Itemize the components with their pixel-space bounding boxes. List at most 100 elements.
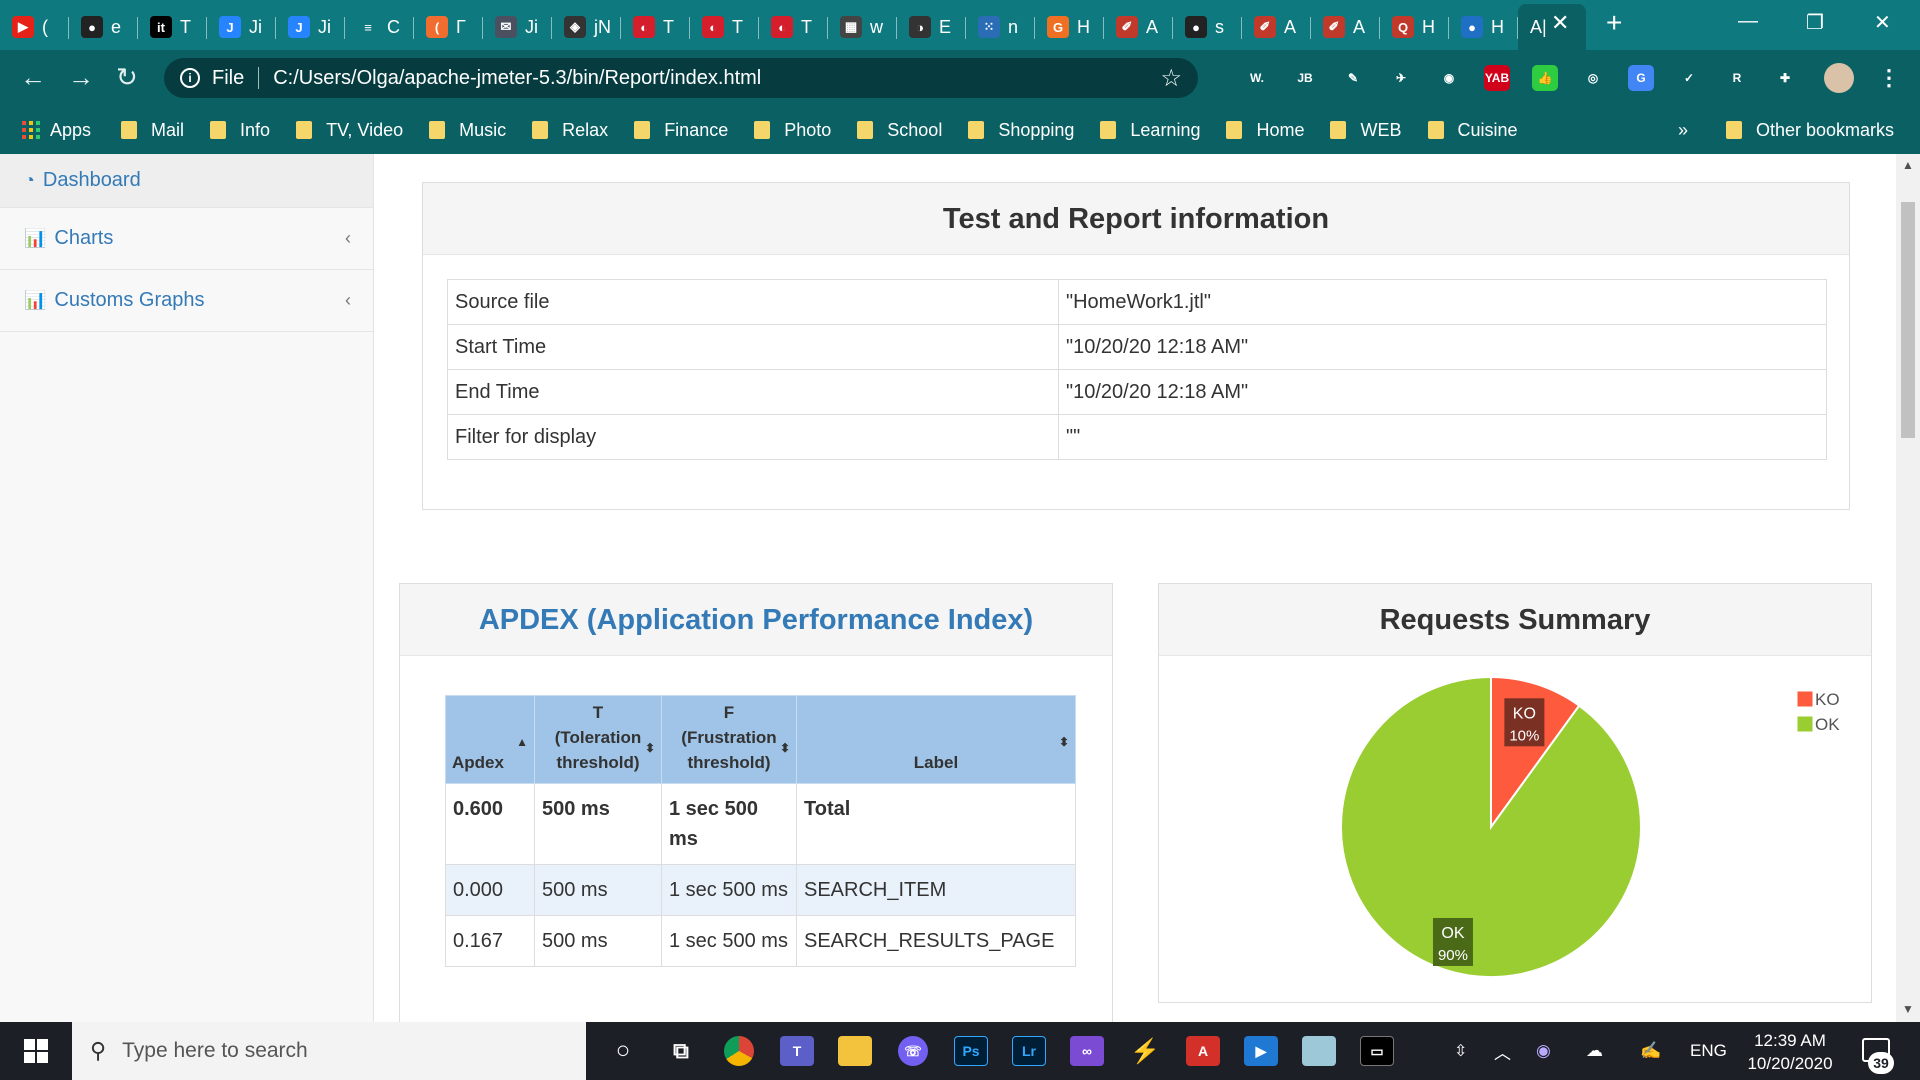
acrobat-taskbar-icon[interactable]: A [1174, 1022, 1232, 1080]
pen-icon[interactable]: ✎ [1340, 65, 1366, 91]
taskbar-search-box[interactable]: ⚲ Type here to search [72, 1022, 586, 1080]
bookmark-folder[interactable]: Mail [121, 120, 184, 141]
back-icon[interactable]: ← [20, 63, 46, 91]
bulb-icon[interactable]: ◉ [1436, 65, 1462, 91]
browser-tab[interactable]: ● s [1173, 4, 1242, 50]
bookmark-apps[interactable]: Apps [22, 120, 91, 141]
bookmark-folder[interactable]: TV, Video [296, 120, 403, 141]
bookmark-folder[interactable]: Finance [634, 120, 728, 141]
yab-icon[interactable]: YAB [1484, 65, 1510, 91]
show-hidden-icons[interactable]: ︿ [1494, 1022, 1511, 1080]
site-info-icon[interactable]: i [180, 68, 200, 88]
media-player-icon[interactable]: ▶ [1232, 1022, 1290, 1080]
browser-tab[interactable]: it T [138, 4, 207, 50]
requests-summary-pie-chart[interactable]: KO 10% OK 90% KO OK [1159, 656, 1871, 1002]
start-button[interactable] [0, 1022, 72, 1080]
terminal-taskbar-icon[interactable]: ▭ [1348, 1022, 1406, 1080]
browser-tab[interactable]: ⁙ n [966, 4, 1035, 50]
apdex-column-header[interactable]: Apdex ▲ [445, 695, 535, 784]
browser-tab[interactable]: GH [1035, 4, 1104, 50]
legend-swatch-ko[interactable] [1796, 690, 1814, 708]
sidebar-item-dashboard[interactable]: ◔ Dashboard [0, 154, 373, 208]
visual-studio-icon[interactable]: ∞ [1058, 1022, 1116, 1080]
label-column-header[interactable]: Label ⬍ [796, 695, 1076, 784]
plane-icon[interactable]: ✈ [1388, 65, 1414, 91]
file-explorer-icon[interactable] [826, 1022, 884, 1080]
sidebar-item-customs-graphs[interactable]: 📊 Customs Graphs ‹ [0, 270, 373, 332]
onedrive-icon[interactable]: ☁ [1586, 1022, 1603, 1080]
toleration-column-header[interactable]: T (Toleration threshold) ⬍ [534, 695, 662, 784]
bookmark-folder[interactable]: WEB [1330, 120, 1402, 141]
browser-tab[interactable]: QH [1380, 4, 1449, 50]
pie-slice-ok[interactable] [1340, 675, 1642, 978]
browser-tab[interactable]: ✉ Ji [483, 4, 552, 50]
browser-tab[interactable]: ◈ jN [552, 4, 621, 50]
browser-tab[interactable]: J Ji [276, 4, 345, 50]
browser-tab[interactable]: ● H [1449, 4, 1518, 50]
check-icon[interactable]: ✓ [1676, 65, 1702, 91]
cortana-icon[interactable]: ○ [594, 1022, 652, 1080]
scroll-icon[interactable]: ⇳ [1454, 1022, 1467, 1080]
bookmark-star-icon[interactable]: ☆ [1160, 64, 1182, 93]
forward-icon[interactable]: → [68, 63, 94, 91]
lens-icon[interactable]: ◎ [1580, 65, 1606, 91]
notes-app-icon[interactable] [1290, 1022, 1348, 1080]
browser-tab[interactable]: J Ji [207, 4, 276, 50]
bookmarks-overflow-button[interactable]: » [1678, 120, 1688, 141]
browser-tab[interactable]: (Г [414, 4, 483, 50]
language-indicator[interactable]: ENG [1690, 1022, 1727, 1080]
vertical-scrollbar[interactable]: ▲ ▼ [1896, 154, 1920, 1022]
browser-tab[interactable]: ▶( [0, 4, 69, 50]
url-text[interactable]: C:/Users/Olga/apache-jmeter-5.3/bin/Repo… [273, 67, 761, 90]
bookmark-folder[interactable]: Info [210, 120, 270, 141]
bookmark-folder[interactable]: Home [1226, 120, 1304, 141]
photoshop-taskbar-icon[interactable]: Ps [942, 1022, 1000, 1080]
scroll-down-icon[interactable]: ▼ [1902, 1002, 1914, 1016]
chrome-taskbar-icon[interactable] [710, 1022, 768, 1080]
pen-tray-icon[interactable]: ✍ [1640, 1022, 1661, 1080]
puzzle-icon[interactable]: ✚ [1772, 65, 1798, 91]
browser-tab[interactable]: ◑ E [897, 4, 966, 50]
r-icon[interactable]: R [1724, 65, 1750, 91]
browser-tab[interactable]: ≡ C [345, 4, 414, 50]
legend-swatch-ok[interactable] [1796, 715, 1814, 733]
legend-label-ok[interactable]: OK [1815, 715, 1840, 734]
viber-taskbar-icon[interactable]: ☏ [884, 1022, 942, 1080]
restore-icon[interactable]: ❐ [1806, 10, 1824, 35]
bookmark-folder[interactable]: Cuisine [1427, 120, 1518, 141]
browser-tab[interactable]: ◐ T [690, 4, 759, 50]
system-clock[interactable]: 12:39 AM 10/20/2020 [1740, 1029, 1840, 1075]
bookmark-folder[interactable]: Learning [1100, 120, 1200, 141]
viber-tray-icon[interactable]: ◉ [1536, 1022, 1551, 1080]
menu-dots-icon[interactable]: ⋮ [1876, 65, 1902, 91]
browser-tab[interactable]: ▦ w [828, 4, 897, 50]
profile-avatar[interactable] [1824, 63, 1854, 93]
bookmark-folder[interactable]: Relax [532, 120, 608, 141]
task-view-icon[interactable]: ⧉ [652, 1022, 710, 1080]
close-tab-icon[interactable]: ✕ [1551, 12, 1569, 34]
browser-tab[interactable]: ◐ T [621, 4, 690, 50]
reload-icon[interactable]: ↻ [116, 63, 138, 91]
bookmark-folder[interactable]: Music [429, 120, 506, 141]
new-tab-button[interactable]: + [1606, 9, 1622, 37]
scrollbar-thumb[interactable] [1901, 202, 1915, 438]
browser-tab[interactable]: ✐ A [1242, 4, 1311, 50]
browser-tab[interactable]: ● e [69, 4, 138, 50]
thumb-icon[interactable]: 👍 [1532, 65, 1558, 91]
window-close-icon[interactable]: ✕ [1874, 10, 1891, 35]
frustration-column-header[interactable]: F (Frustration threshold) ⬍ [661, 695, 797, 784]
address-bar[interactable]: i File C:/Users/Olga/apache-jmeter-5.3/b… [164, 58, 1198, 98]
translate-icon[interactable]: G [1628, 65, 1654, 91]
legend-label-ko[interactable]: KO [1815, 690, 1840, 709]
browser-tab[interactable]: ◐ T [759, 4, 828, 50]
browser-tab[interactable]: ✐ A [1311, 4, 1380, 50]
lightning-app-icon[interactable]: ⚡ [1116, 1022, 1174, 1080]
minimize-icon[interactable]: — [1738, 10, 1758, 33]
browser-tab[interactable]: ✐ A [1104, 4, 1173, 50]
bookmark-folder[interactable]: School [857, 120, 942, 141]
scroll-up-icon[interactable]: ▲ [1902, 158, 1914, 172]
teams-taskbar-icon[interactable]: T [768, 1022, 826, 1080]
sidebar-item-charts[interactable]: 📊 Charts ‹ [0, 208, 373, 270]
bookmark-folder[interactable]: Photo [754, 120, 831, 141]
bookmark-other[interactable]: Other bookmarks [1726, 120, 1894, 141]
